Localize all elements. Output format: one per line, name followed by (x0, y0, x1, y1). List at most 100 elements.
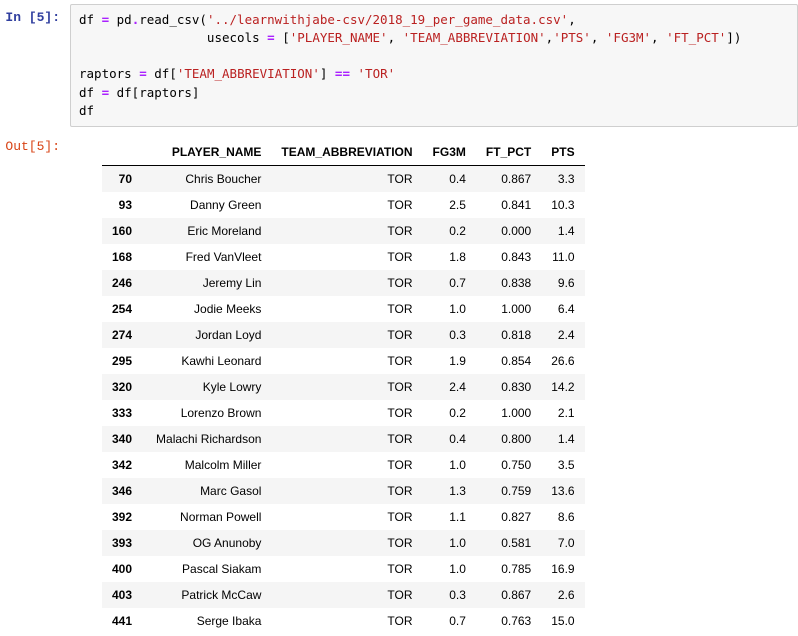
table-row: 320Kyle LowryTOR2.40.83014.2 (102, 374, 585, 400)
cell: 0.785 (476, 556, 541, 582)
row-index: 320 (102, 374, 146, 400)
cell: 1.4 (541, 426, 584, 452)
cell: 13.6 (541, 478, 584, 504)
cell: 2.4 (541, 322, 584, 348)
cell: 1.4 (541, 218, 584, 244)
table-row: 340Malachi RichardsonTOR0.40.8001.4 (102, 426, 585, 452)
table-row: 400Pascal SiakamTOR1.00.78516.9 (102, 556, 585, 582)
cell: 16.9 (541, 556, 584, 582)
cell: Patrick McCaw (146, 582, 271, 608)
cell: 9.6 (541, 270, 584, 296)
row-index: 441 (102, 608, 146, 634)
row-index: 295 (102, 348, 146, 374)
cell: 1.000 (476, 400, 541, 426)
cell: TOR (271, 556, 422, 582)
cell: TOR (271, 608, 422, 634)
cell: 0.763 (476, 608, 541, 634)
cell: 0.841 (476, 192, 541, 218)
index-header (102, 139, 146, 166)
output-area: PLAYER_NAME TEAM_ABBREVIATION FG3M FT_PC… (70, 133, 798, 634)
cell: Serge Ibaka (146, 608, 271, 634)
cell: 0.827 (476, 504, 541, 530)
dataframe-table: PLAYER_NAME TEAM_ABBREVIATION FG3M FT_PC… (102, 139, 585, 634)
cell: 2.4 (423, 374, 476, 400)
table-row: 441Serge IbakaTOR0.70.76315.0 (102, 608, 585, 634)
cell: 14.2 (541, 374, 584, 400)
cell: 0.2 (423, 218, 476, 244)
table-row: 274Jordan LoydTOR0.30.8182.4 (102, 322, 585, 348)
cell: TOR (271, 296, 422, 322)
row-index: 340 (102, 426, 146, 452)
cell: 1.0 (423, 296, 476, 322)
cell: Fred VanVleet (146, 244, 271, 270)
table-row: 168Fred VanVleetTOR1.80.84311.0 (102, 244, 585, 270)
cell: TOR (271, 218, 422, 244)
cell: 0.7 (423, 270, 476, 296)
cell: TOR (271, 452, 422, 478)
cell: Malachi Richardson (146, 426, 271, 452)
cell: TOR (271, 530, 422, 556)
table-row: 295Kawhi LeonardTOR1.90.85426.6 (102, 348, 585, 374)
cell: Jeremy Lin (146, 270, 271, 296)
cell: 0.4 (423, 426, 476, 452)
cell: 6.4 (541, 296, 584, 322)
cell: Danny Green (146, 192, 271, 218)
out-prompt: Out[5]: (0, 133, 70, 154)
cell: 15.0 (541, 608, 584, 634)
cell: 1.000 (476, 296, 541, 322)
code-block: df = pd.read_csv('../learnwithjabe-csv/2… (79, 11, 789, 120)
cell: 0.759 (476, 478, 541, 504)
cell: Kyle Lowry (146, 374, 271, 400)
row-index: 342 (102, 452, 146, 478)
table-row: 246Jeremy LinTOR0.70.8389.6 (102, 270, 585, 296)
cell: 0.854 (476, 348, 541, 374)
table-row: 346Marc GasolTOR1.30.75913.6 (102, 478, 585, 504)
cell: Norman Powell (146, 504, 271, 530)
code-input[interactable]: df = pd.read_csv('../learnwithjabe-csv/2… (70, 4, 798, 127)
table-row: 403Patrick McCawTOR0.30.8672.6 (102, 582, 585, 608)
cell: TOR (271, 582, 422, 608)
cell: 0.818 (476, 322, 541, 348)
cell: TOR (271, 400, 422, 426)
cell: 1.8 (423, 244, 476, 270)
col-header: FT_PCT (476, 139, 541, 166)
cell: 0.838 (476, 270, 541, 296)
output-cell: Out[5]: PLAYER_NAME TEAM_ABBREVIATION FG… (0, 129, 798, 636)
col-header: PLAYER_NAME (146, 139, 271, 166)
cell: 2.5 (423, 192, 476, 218)
table-header-row: PLAYER_NAME TEAM_ABBREVIATION FG3M FT_PC… (102, 139, 585, 166)
cell: TOR (271, 165, 422, 192)
table-row: 160Eric MorelandTOR0.20.0001.4 (102, 218, 585, 244)
cell: 1.0 (423, 556, 476, 582)
cell: TOR (271, 192, 422, 218)
cell: 2.6 (541, 582, 584, 608)
row-index: 70 (102, 165, 146, 192)
cell: 8.6 (541, 504, 584, 530)
col-header: FG3M (423, 139, 476, 166)
cell: TOR (271, 478, 422, 504)
row-index: 274 (102, 322, 146, 348)
cell: TOR (271, 270, 422, 296)
cell: Malcolm Miller (146, 452, 271, 478)
row-index: 403 (102, 582, 146, 608)
in-prompt: In [5]: (0, 4, 70, 25)
cell: 1.0 (423, 530, 476, 556)
cell: TOR (271, 244, 422, 270)
row-index: 246 (102, 270, 146, 296)
cell: 0.867 (476, 165, 541, 192)
table-row: 254Jodie MeeksTOR1.01.0006.4 (102, 296, 585, 322)
cell: 0.867 (476, 582, 541, 608)
row-index: 392 (102, 504, 146, 530)
cell: TOR (271, 504, 422, 530)
cell: TOR (271, 426, 422, 452)
cell: OG Anunoby (146, 530, 271, 556)
cell: Pascal Siakam (146, 556, 271, 582)
cell: 0.4 (423, 165, 476, 192)
cell: 0.2 (423, 400, 476, 426)
table-row: 70Chris BoucherTOR0.40.8673.3 (102, 165, 585, 192)
table-row: 393OG AnunobyTOR1.00.5817.0 (102, 530, 585, 556)
cell: 7.0 (541, 530, 584, 556)
col-header: TEAM_ABBREVIATION (271, 139, 422, 166)
col-header: PTS (541, 139, 584, 166)
table-row: 93Danny GreenTOR2.50.84110.3 (102, 192, 585, 218)
